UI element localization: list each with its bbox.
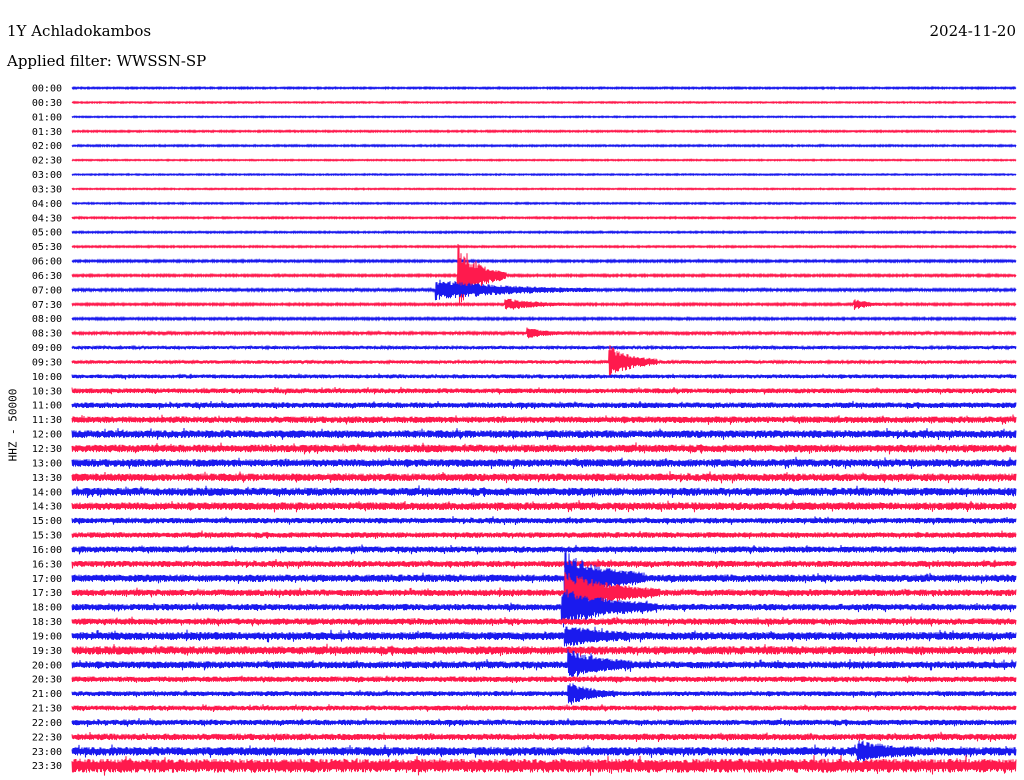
time-tick-label: 18:00 (32, 603, 62, 614)
seismic-trace (71, 551, 1017, 606)
time-tick-label: 06:30 (32, 271, 62, 282)
time-tick-label: 09:30 (32, 357, 62, 368)
seismic-trace (71, 675, 1017, 684)
seismic-trace (71, 158, 1017, 162)
seismic-trace (71, 215, 1017, 221)
seismic-trace (71, 530, 1017, 540)
time-tick-label: 17:30 (32, 588, 62, 599)
time-tick-label: 18:30 (32, 617, 62, 628)
time-tick-label: 19:00 (32, 631, 62, 642)
time-tick-label: 08:30 (32, 329, 62, 340)
seismic-trace (71, 643, 1017, 657)
seismic-trace (71, 186, 1017, 191)
time-tick-label: 20:00 (32, 660, 62, 671)
time-tick-label: 09:00 (32, 343, 62, 354)
time-tick-label: 19:30 (32, 646, 62, 657)
seismic-trace (71, 544, 1017, 555)
seismic-trace (71, 172, 1017, 177)
seismic-trace (71, 315, 1017, 322)
time-tick-label: 04:30 (32, 213, 62, 224)
time-tick-label: 03:30 (32, 184, 62, 195)
seismic-trace (71, 201, 1017, 206)
seismic-trace (71, 298, 1017, 310)
time-tick-label: 14:00 (32, 487, 62, 498)
time-tick-label: 13:30 (32, 473, 62, 484)
time-tick-label: 10:00 (32, 372, 62, 383)
time-tick-label: 23:00 (32, 747, 62, 758)
time-tick-label: 21:30 (32, 704, 62, 715)
time-tick-label: 23:30 (32, 761, 62, 772)
seismic-trace (71, 344, 1017, 351)
time-tick-label: 04:00 (32, 199, 62, 210)
time-tick-label: 14:30 (32, 502, 62, 513)
time-tick-label: 22:00 (32, 718, 62, 729)
seismic-trace (71, 718, 1017, 727)
time-tick-label: 16:30 (32, 559, 62, 570)
time-tick-label: 20:30 (32, 675, 62, 686)
time-tick-label: 10:30 (32, 386, 62, 397)
time-tick-label: 00:30 (32, 98, 62, 109)
seismic-trace (71, 456, 1017, 470)
time-tick-label: 22:30 (32, 732, 62, 743)
time-tick-label: 07:30 (32, 300, 62, 311)
seismic-trace (71, 471, 1017, 484)
seismic-trace (71, 414, 1017, 425)
time-tick-label: 12:00 (32, 430, 62, 441)
seismic-trace (71, 427, 1017, 441)
time-tick-label: 03:00 (32, 170, 62, 181)
seismic-trace (71, 258, 1017, 264)
seismic-trace (71, 244, 1017, 249)
time-tick-label: 11:00 (32, 401, 62, 412)
seismic-trace (71, 85, 1017, 91)
seismic-trace (71, 485, 1017, 498)
helicorder-plot: 00:00 00:30 01:00 01:30 02:00 02:30 03:00 03:30… (32, 84, 1017, 776)
seismic-trace (71, 114, 1017, 119)
seismic-trace (71, 229, 1017, 235)
seismic-trace (71, 373, 1017, 380)
seismic-trace (71, 704, 1017, 713)
seismic-trace (71, 616, 1017, 627)
time-tick-label: 13:00 (32, 458, 62, 469)
seismic-trace (71, 327, 1017, 339)
time-tick-label: 05:30 (32, 242, 62, 253)
time-tick-label: 02:30 (32, 156, 62, 167)
time-tick-label: 05:00 (32, 228, 62, 239)
time-tick-label: 15:00 (32, 516, 62, 527)
seismic-trace (71, 500, 1017, 513)
time-tick-label: 12:30 (32, 444, 62, 455)
seismic-trace (71, 279, 1017, 301)
seismic-trace (71, 626, 1017, 647)
seismic-trace (71, 143, 1017, 148)
seismic-trace (71, 400, 1017, 410)
time-tick-label: 15:30 (32, 531, 62, 542)
seismic-trace (71, 100, 1017, 105)
seismic-trace (71, 442, 1017, 455)
seismic-trace (71, 755, 1017, 776)
seismic-trace (71, 386, 1017, 395)
time-tick-label: 01:30 (32, 127, 62, 138)
time-tick-label: 02:00 (32, 141, 62, 152)
seismic-trace (71, 558, 1017, 569)
time-tick-label: 00:00 (32, 84, 62, 95)
time-tick-label: 06:00 (32, 257, 62, 268)
seismic-trace (71, 243, 1017, 305)
time-tick-label: 17:00 (32, 574, 62, 585)
seismic-trace (71, 683, 1017, 705)
seismic-trace (71, 731, 1017, 743)
time-tick-label: 11:30 (32, 415, 62, 426)
time-tick-label: 08:00 (32, 314, 62, 325)
time-tick-label: 16:00 (32, 545, 62, 556)
seismic-trace (71, 516, 1017, 526)
time-tick-label: 01:00 (32, 112, 62, 123)
time-tick-label: 21:00 (32, 689, 62, 700)
seismic-trace (71, 128, 1017, 134)
seismic-trace (71, 740, 1017, 762)
time-tick-label: 07:00 (32, 285, 62, 296)
